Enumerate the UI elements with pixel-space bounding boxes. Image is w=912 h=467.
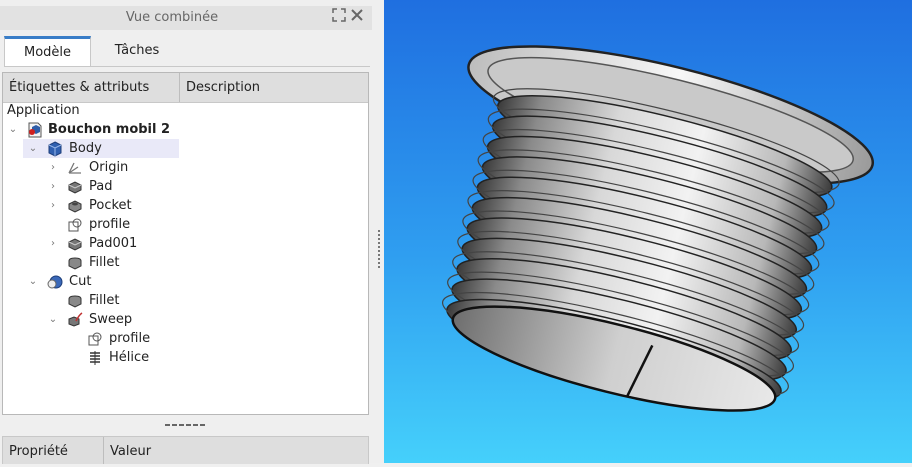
tree-item-pocket[interactable]: › Pocket — [43, 196, 243, 215]
cut-label: Cut — [69, 274, 92, 289]
document-icon — [27, 122, 43, 138]
sweep-icon — [67, 312, 83, 328]
tree-item-body[interactable]: ⌄ Body — [23, 139, 179, 158]
tree-item-cut[interactable]: ⌄ Cut — [23, 272, 223, 291]
origin-icon — [67, 160, 83, 176]
cut-fillet-label: Fillet — [89, 293, 120, 308]
body-label: Body — [69, 141, 102, 156]
pad001-label: Pad001 — [89, 236, 138, 251]
splitter-grip — [378, 230, 380, 268]
document-label: Bouchon mobil 2 — [48, 122, 171, 137]
panel-title: Vue combinée — [125, 10, 219, 25]
expand-arrow-icon[interactable]: › — [47, 196, 59, 215]
tree-header: Étiquettes & attributs Description — [3, 73, 368, 103]
fillet-label: Fillet — [89, 255, 120, 270]
panel-titlebar: Vue combinée — [0, 6, 372, 30]
3d-view[interactable] — [384, 0, 912, 463]
float-icon[interactable] — [330, 8, 348, 26]
tree-item-profile[interactable]: profile — [43, 215, 243, 234]
tree-item-helix[interactable]: Hélice — [63, 348, 263, 367]
expand-arrow-icon[interactable]: › — [47, 177, 59, 196]
helix-icon — [87, 350, 103, 366]
tree-item-sweep-profile[interactable]: profile — [63, 329, 263, 348]
pad-icon — [67, 236, 83, 252]
tree-item-pad[interactable]: › Pad — [43, 177, 243, 196]
tree-item-sweep[interactable]: ⌄ Sweep — [43, 310, 243, 329]
expand-arrow-icon[interactable]: › — [47, 234, 59, 253]
splitter-handle[interactable] — [165, 424, 205, 426]
pad-label: Pad — [89, 179, 113, 194]
model-tree[interactable]: Étiquettes & attributs Description Appli… — [2, 72, 369, 415]
property-header: Propriété Valeur — [2, 436, 369, 464]
body-icon — [47, 141, 63, 157]
pocket-icon — [67, 198, 83, 214]
tree-item-pad001[interactable]: › Pad001 — [43, 234, 243, 253]
tree-item-document[interactable]: ⌄ Bouchon mobil 2 — [3, 120, 363, 139]
tab-bar: Modèle Tâches — [4, 36, 370, 66]
sketch-icon — [87, 331, 103, 347]
pad-icon — [67, 179, 83, 195]
cut-icon — [47, 274, 63, 290]
collapse-arrow-icon[interactable]: ⌄ — [7, 120, 19, 139]
helix-label: Hélice — [109, 350, 150, 365]
profile-label: profile — [89, 217, 131, 232]
fillet-icon — [67, 255, 83, 271]
close-icon[interactable] — [348, 8, 366, 26]
combo-view-panel: Vue combinée Modèle Tâches Étiquettes & … — [0, 0, 374, 464]
origin-label: Origin — [89, 160, 129, 175]
header-description[interactable]: Description — [180, 73, 260, 102]
tree-item-cut-fillet[interactable]: Fillet — [43, 291, 243, 310]
model-body — [441, 45, 875, 412]
sweep-label: Sweep — [89, 312, 133, 327]
tree-item-fillet[interactable]: Fillet — [43, 253, 243, 272]
sketch-icon — [67, 217, 83, 233]
sweep-profile-label: profile — [109, 331, 151, 346]
tree-section-application: Application — [6, 101, 206, 120]
collapse-arrow-icon[interactable]: ⌄ — [27, 272, 39, 291]
tab-divider — [4, 66, 370, 67]
section-label: Application — [7, 103, 80, 118]
panel-splitter[interactable] — [374, 0, 384, 463]
pocket-label: Pocket — [89, 198, 132, 213]
header-labels[interactable]: Étiquettes & attributs — [3, 73, 149, 102]
tree-item-origin[interactable]: › Origin — [43, 158, 243, 177]
expand-arrow-icon[interactable]: › — [47, 158, 59, 177]
threaded-cap-model — [441, 45, 875, 412]
collapse-arrow-icon[interactable]: ⌄ — [27, 139, 39, 158]
collapse-arrow-icon[interactable]: ⌄ — [47, 310, 59, 329]
tab-model[interactable]: Modèle — [4, 36, 91, 66]
fillet-icon — [67, 293, 83, 309]
tab-tasks[interactable]: Tâches — [92, 36, 182, 65]
